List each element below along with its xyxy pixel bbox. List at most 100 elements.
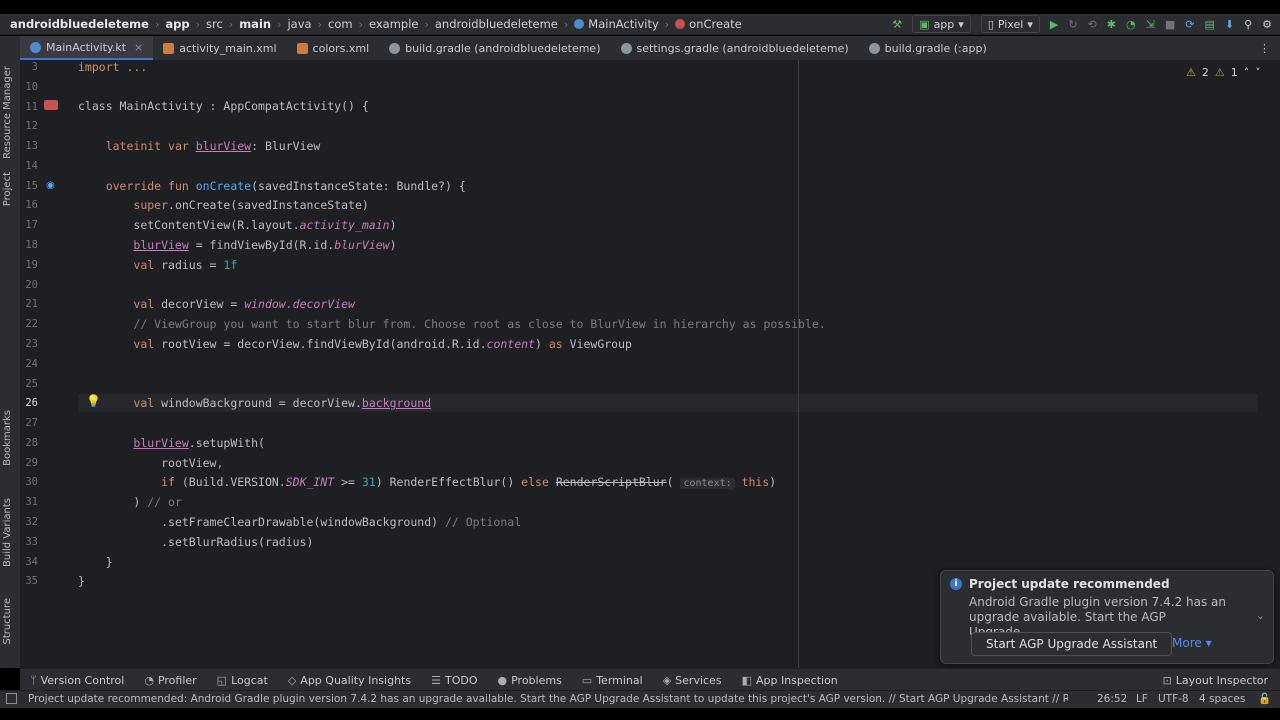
code-line-33[interactable]: .setBlurRadius(radius): [78, 535, 313, 549]
breadcrumb-package[interactable]: androidbluedeleteme: [435, 17, 558, 31]
tab-build-gradle-project[interactable]: build.gradle (androidbluedeleteme): [379, 36, 610, 60]
tool-structure[interactable]: Structure: [2, 598, 13, 645]
tool-problems[interactable]: ● Problems: [497, 674, 561, 687]
tool-logcat[interactable]: ◱ Logcat: [217, 674, 268, 687]
hammer-icon[interactable]: ⚒: [892, 18, 902, 31]
sync-icon[interactable]: ⟳: [1185, 18, 1194, 31]
tool-layout-inspector[interactable]: ⊡ Layout Inspector: [1163, 674, 1268, 687]
activity-gutter-icon[interactable]: [44, 100, 58, 110]
inspection-widget[interactable]: ⚠ 2 ⚠ 1 ˄ ˅: [1186, 66, 1261, 79]
debug-icon[interactable]: ✱: [1107, 18, 1116, 31]
attach-debugger-icon[interactable]: ⇲: [1146, 18, 1155, 31]
line-number: 27: [25, 417, 38, 429]
tab-colors[interactable]: colors.xml: [287, 36, 380, 60]
start-agp-upgrade-button[interactable]: Start AGP Upgrade Assistant: [971, 632, 1173, 656]
tool-build-variants[interactable]: Build Variants: [2, 498, 13, 567]
breadcrumb-com[interactable]: com: [328, 17, 353, 31]
close-icon[interactable]: ×: [134, 41, 143, 54]
code-line-31[interactable]: ) // or: [78, 495, 181, 509]
tool-label: Layout Inspector: [1175, 673, 1268, 687]
lock-icon[interactable]: 🔓: [1258, 692, 1271, 705]
breadcrumb-src[interactable]: src: [206, 17, 223, 31]
line-number: 13: [25, 140, 38, 152]
tab-mainactivity[interactable]: MainActivity.kt ×: [20, 36, 154, 60]
code-line-13[interactable]: lateinit var blurView: BlurView: [78, 139, 321, 153]
apply-changes-icon[interactable]: ⟲: [1088, 18, 1097, 31]
tool-terminal[interactable]: ▭ Terminal: [582, 674, 643, 687]
tab-build-gradle-app[interactable]: build.gradle (:app): [859, 36, 997, 60]
indent-setting[interactable]: 4 spaces: [1199, 693, 1245, 705]
code-line-32[interactable]: .setFrameClearDrawable(windowBackground)…: [78, 515, 521, 529]
tool-bookmarks[interactable]: Bookmarks: [2, 410, 13, 466]
status-message[interactable]: Project update recommended: Android Grad…: [28, 693, 1068, 705]
code-line-16[interactable]: super.onCreate(savedInstanceState): [78, 198, 368, 212]
tool-todo[interactable]: ☰ TODO: [431, 674, 477, 687]
profile-icon[interactable]: ◔: [1126, 18, 1136, 31]
status-panel-icon[interactable]: [6, 693, 17, 704]
tool-version-control[interactable]: ᛘ Version Control: [30, 674, 124, 687]
run-icon[interactable]: ▶: [1050, 18, 1058, 31]
code-line-34[interactable]: }: [78, 555, 113, 569]
line-number: 14: [25, 160, 38, 172]
code-line-30[interactable]: if (Build.VERSION.SDK_INT >= 31) RenderE…: [78, 475, 776, 489]
breadcrumb-main[interactable]: main: [239, 17, 271, 31]
code-comment: // Optional: [444, 515, 522, 529]
tool-services[interactable]: ◈ Services: [663, 674, 722, 687]
more-link[interactable]: More ▾: [1172, 636, 1212, 650]
breadcrumb-method[interactable]: onCreate: [689, 17, 742, 31]
tool-resource-manager[interactable]: Resource Manager: [2, 66, 13, 159]
code-line-19[interactable]: val radius = 1f: [78, 258, 237, 272]
code-token: 31: [361, 475, 376, 489]
chevron-up-icon[interactable]: ˄: [1244, 66, 1250, 79]
caret-position[interactable]: 26:52: [1097, 693, 1127, 705]
code-line-11[interactable]: class MainActivity : AppCompatActivity()…: [78, 99, 369, 113]
tab-label: activity_main.xml: [179, 41, 277, 55]
device-label: Pixel: [997, 17, 1024, 31]
breadcrumb-module[interactable]: app: [165, 17, 189, 31]
stop-icon[interactable]: ■: [1165, 18, 1175, 31]
sdk-manager-icon[interactable]: ⬇: [1225, 18, 1234, 31]
code-token: ) RenderEffectBlur(): [375, 475, 522, 489]
device-select[interactable]: ▯ Pixel ▾: [980, 15, 1040, 33]
breadcrumb-example[interactable]: example: [369, 17, 419, 31]
code-line-28[interactable]: blurView.setupWith(: [78, 436, 265, 450]
code-line-15[interactable]: override fun onCreate(savedInstanceState…: [78, 179, 466, 193]
breadcrumb-class[interactable]: MainActivity: [588, 17, 658, 31]
chevron-down-icon[interactable]: ˅: [1255, 66, 1261, 79]
tool-project[interactable]: Project: [2, 172, 13, 206]
tab-activity-main[interactable]: activity_main.xml: [153, 36, 286, 60]
code-line-17[interactable]: setContentView(R.layout.activity_main): [78, 218, 396, 232]
parameter-hint: context:: [680, 478, 735, 489]
code-token: rootView: [161, 456, 217, 470]
gradle-icon: [389, 42, 401, 54]
run-config-select[interactable]: ▣ app ▾: [912, 15, 971, 33]
file-encoding[interactable]: UTF-8: [1158, 693, 1189, 705]
more-tabs-icon[interactable]: ⋮: [1259, 42, 1270, 55]
code-line-35[interactable]: }: [78, 574, 85, 588]
tool-profiler[interactable]: ◔ Profiler: [144, 674, 196, 687]
code-token: ViewGroup: [562, 337, 632, 351]
code-token: }: [78, 574, 85, 588]
breadcrumb-project[interactable]: androidbluedeleteme: [10, 17, 149, 31]
code-line-29[interactable]: rootView,: [78, 456, 223, 470]
tab-settings-gradle[interactable]: settings.gradle (androidbluedeleteme): [611, 36, 859, 60]
override-gutter-icon[interactable]: ◉: [46, 180, 55, 191]
code-line-18[interactable]: blurView = findViewById(R.id.blurView): [78, 238, 396, 252]
tool-app-inspection[interactable]: ◧ App Inspection: [742, 674, 838, 687]
breadcrumb-java[interactable]: java: [287, 17, 311, 31]
code-line-22[interactable]: // ViewGroup you want to start blur from…: [78, 317, 825, 331]
code-line-3[interactable]: import ...: [78, 60, 147, 74]
tool-app-quality-insights[interactable]: ◇ App Quality Insights: [288, 674, 411, 687]
device-manager-icon[interactable]: ▤: [1204, 18, 1214, 31]
code-token: }: [105, 555, 113, 569]
search-icon[interactable]: ⚲: [1244, 18, 1252, 31]
code-line-26[interactable]: val windowBackground = decorView.backgro…: [78, 396, 431, 410]
code-line-23[interactable]: val rootView = decorView.findViewById(an…: [78, 337, 632, 351]
rerun-icon[interactable]: ↻: [1068, 18, 1077, 31]
gear-icon[interactable]: ⚙: [1262, 18, 1272, 31]
line-separator[interactable]: LF: [1136, 693, 1148, 705]
chevron-down-icon[interactable]: ⌄: [1256, 609, 1265, 622]
code-token: (: [666, 475, 674, 489]
line-number: 30: [25, 476, 38, 488]
code-line-21[interactable]: val decorView = window.decorView: [78, 297, 355, 311]
